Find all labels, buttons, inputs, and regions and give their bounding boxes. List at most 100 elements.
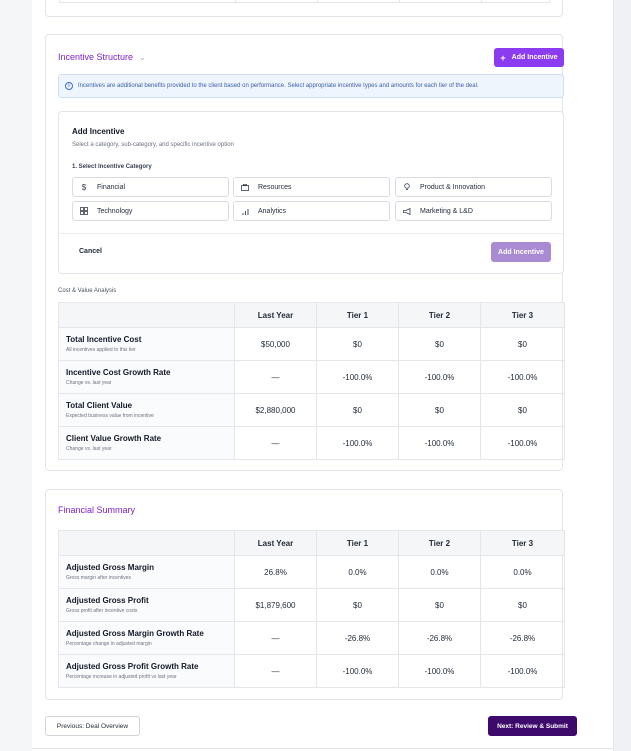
chevron-down-icon[interactable]: ⌄ — [139, 53, 146, 62]
previous-button[interactable]: Previous: Deal Overview — [45, 716, 140, 736]
category-label: Product & Innovation — [420, 183, 485, 191]
value-cell: — — [234, 360, 317, 394]
column-header: Tier 3 — [480, 302, 565, 328]
value-cell: $0 — [398, 393, 481, 427]
value-cell: $0 — [316, 588, 399, 622]
row-label-cell: Total Client Value Expected business valu… — [58, 393, 235, 427]
value-cell: $0 — [316, 393, 399, 427]
row-label: Total Client Value — [66, 401, 133, 410]
lightbulb-icon — [402, 183, 412, 191]
value-cell: — — [234, 654, 317, 688]
category-label: Financial — [97, 183, 126, 191]
row-label: Client Value Growth Rate — [66, 434, 162, 443]
next-button[interactable]: Next: Review & Submit — [488, 716, 577, 736]
info-icon: i — [65, 82, 73, 90]
financial-summary-table-wrap: Last Year Tier 1 Tier 2 Tier 3 Adjusted … — [58, 530, 565, 688]
row-label-cell: Adjusted Gross Margin Gross margin after … — [58, 555, 235, 589]
add-incentive-panel-title: Add Incentive — [72, 127, 125, 136]
category-label: Technology — [97, 207, 133, 215]
add-incentive-submit-button[interactable]: Add Incentive — [491, 242, 551, 262]
value-cell: -26.8% — [316, 621, 399, 655]
value-cell: $50,000 — [234, 327, 317, 361]
value-cell: -100.0% — [398, 654, 481, 688]
category-resources[interactable]: Resources — [233, 177, 390, 197]
value-cell: — — [234, 426, 317, 460]
add-incentive-panel: Add Incentive Select a category, sub-cat… — [58, 111, 564, 274]
incentive-structure-title[interactable]: Incentive Structure ⌄ — [58, 52, 146, 62]
table-row: Adjusted Gross Margin Gross margin after … — [58, 555, 565, 589]
add-incentive-button[interactable]: + Add Incentive — [494, 48, 564, 67]
value-cell: 26.8% — [234, 555, 317, 589]
row-sublabel: Gross margin after incentives — [66, 575, 132, 581]
row-label: Incentive Cost Growth Rate — [66, 368, 171, 377]
category-label: Analytics — [258, 207, 287, 215]
table-row: Adjusted Gross Profit Gross profit after … — [58, 588, 565, 622]
incentive-structure-label: Incentive Structure — [58, 52, 134, 62]
cost-value-title: Cost & Value Analysis — [58, 288, 117, 294]
column-header: Last Year — [234, 302, 317, 328]
row-label-cell: Incentive Cost Growth Rate Change vs. las… — [58, 360, 235, 394]
value-cell: $0 — [480, 393, 565, 427]
value-cell: -100.0% — [316, 426, 399, 460]
table-row: Adjusted Gross Margin Growth Rate Percent… — [58, 621, 565, 655]
table-row: Total Incentive Cost All incentives appli… — [58, 327, 565, 361]
value-cell: -100.0% — [480, 360, 565, 394]
row-label-cell: Adjusted Gross Profit Growth Rate Percent… — [58, 654, 235, 688]
page-content: Incentive Structure ⌄ + Add Incentive i … — [32, 0, 613, 751]
value-cell: $0 — [480, 588, 565, 622]
value-cell: $0 — [480, 327, 565, 361]
row-sublabel: Expected business value from incentive — [66, 413, 154, 419]
value-cell: $1,879,600 — [234, 588, 317, 622]
column-header: Tier 2 — [398, 302, 481, 328]
column-header: Tier 2 — [398, 530, 481, 556]
cost-value-table: Last Year Tier 1 Tier 2 Tier 3 Total Inc… — [58, 302, 565, 460]
row-label: Adjusted Gross Margin Growth Rate — [66, 629, 204, 638]
bar-chart-icon — [240, 208, 250, 215]
value-cell: -26.8% — [398, 621, 481, 655]
row-label: Adjusted Gross Profit Growth Rate — [66, 662, 199, 671]
cancel-button[interactable]: Cancel — [79, 248, 102, 255]
row-label-cell: Adjusted Gross Profit Gross profit after … — [58, 588, 235, 622]
category-step-label: 1. Select Incentive Category — [72, 164, 152, 170]
panel-divider — [59, 233, 563, 234]
previous-table-remnant — [59, 0, 550, 3]
row-sublabel: Change vs. last year — [66, 380, 112, 386]
value-cell: -100.0% — [398, 360, 481, 394]
add-incentive-panel-subtitle: Select a category, sub-category, and spe… — [72, 142, 234, 148]
column-header: Tier 3 — [480, 530, 565, 556]
column-header — [58, 302, 235, 328]
table-row: Total Client Value Expected business valu… — [58, 393, 565, 427]
row-sublabel: Percentage change in adjusted margin — [66, 641, 152, 647]
table-row: Incentive Cost Growth Rate Change vs. las… — [58, 360, 565, 394]
add-incentive-button-label: Add Incentive — [511, 54, 558, 61]
financial-summary-table: Last Year Tier 1 Tier 2 Tier 3 Adjusted … — [58, 530, 565, 688]
financial-summary-title: Financial Summary — [58, 505, 136, 515]
outer-bottom-border — [32, 748, 613, 749]
row-label-cell: Client Value Growth Rate Change vs. last … — [58, 426, 235, 460]
scrollbar-track[interactable] — [613, 0, 631, 751]
info-text: Incentives are additional benefits provi… — [78, 83, 479, 89]
row-sublabel: Percentage increase in adjusted profit v… — [66, 674, 177, 680]
row-label-cell: Adjusted Gross Margin Growth Rate Percent… — [58, 621, 235, 655]
category-analytics[interactable]: Analytics — [233, 201, 390, 221]
incentive-structure-card: Incentive Structure ⌄ + Add Incentive i … — [45, 34, 565, 471]
column-header: Tier 1 — [316, 302, 399, 328]
value-cell: 0.0% — [480, 555, 565, 589]
category-technology[interactable]: Technology — [72, 201, 229, 221]
previous-section-card — [45, 0, 563, 17]
category-label: Marketing & L&D — [420, 207, 473, 215]
value-cell: — — [234, 621, 317, 655]
column-header: Tier 1 — [316, 530, 399, 556]
category-product-innovation[interactable]: Product & Innovation — [395, 177, 552, 197]
value-cell: -100.0% — [398, 426, 481, 460]
value-cell: -100.0% — [316, 654, 399, 688]
value-cell: 0.0% — [398, 555, 481, 589]
row-sublabel: All incentives applied to this tier — [66, 347, 136, 353]
category-financial[interactable]: $ Financial — [72, 177, 229, 197]
value-cell: -100.0% — [316, 360, 399, 394]
value-cell: 0.0% — [316, 555, 399, 589]
category-marketing[interactable]: Marketing & L&D — [395, 201, 552, 221]
table-row: Adjusted Gross Profit Growth Rate Percent… — [58, 654, 565, 688]
dollar-icon: $ — [81, 182, 87, 192]
info-banner: i Incentives are additional benefits pro… — [58, 74, 564, 98]
